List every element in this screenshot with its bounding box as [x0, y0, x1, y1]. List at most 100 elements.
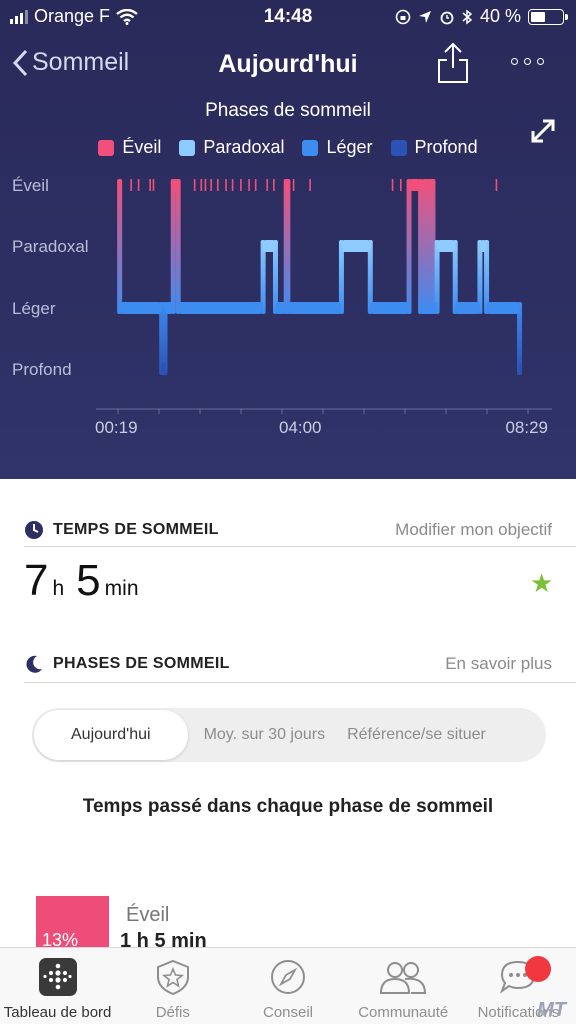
stage-segment-Léger [420, 302, 425, 314]
sleep-time-header: TEMPS DE SOMMEIL Modifier mon objectif [24, 520, 552, 540]
awake-tick [391, 179, 394, 191]
sleep-chart-header: Orange F 14:48 40 % Sommeil Aujourd'hui … [0, 0, 576, 479]
sleep-stage-chart[interactable]: Éveil Paradoxal Léger Profond 00:19 04:00 08:2… [0, 165, 576, 445]
sleep-minutes: 5 [76, 556, 101, 605]
stage-segment-Léger [287, 302, 342, 314]
stage-transition [285, 179, 291, 314]
phase-label: Éveil [126, 904, 170, 926]
awake-tick [216, 179, 219, 191]
bluetooth-icon [462, 9, 473, 24]
awake-tick [137, 179, 140, 191]
more-options-button[interactable] [511, 58, 544, 65]
tab-bar: Tableau de bord Défis Conseil Communauté… [0, 947, 576, 1024]
awake-tick [248, 179, 250, 191]
awake-tick [292, 179, 295, 191]
x-tick-label: 00:19 [95, 418, 138, 437]
tab-benchmark[interactable]: Référence/se situer [347, 726, 486, 744]
awake-tick [495, 179, 498, 191]
tab-dashboard[interactable]: Tableau de bord [0, 948, 115, 1024]
sleep-hours-unit: h [52, 577, 65, 600]
awake-tick [130, 179, 132, 191]
tab-label: Défis [155, 1004, 190, 1021]
stage-segment-Léger [432, 302, 438, 314]
awake-tick [204, 179, 207, 191]
clock-icon [25, 521, 43, 539]
location-icon [418, 10, 431, 23]
phase-period-selector: Aujourd'hui Moy. sur 30 jours Référence/… [32, 708, 546, 762]
awake-tick [200, 179, 203, 191]
chart-legend: Éveil Paradoxal Léger Profond [0, 137, 576, 158]
alarm-icon [440, 11, 454, 24]
awake-tick [254, 179, 257, 191]
section-divider [24, 546, 576, 547]
awake-tick [231, 179, 234, 191]
chart-title: Phases de sommeil [205, 100, 371, 121]
stage-label: Éveil [12, 176, 49, 195]
stage-segment-Léger [164, 302, 174, 314]
sleep-phases-heading: PHASES DE SOMMEIL [53, 655, 230, 672]
awake-tick [149, 179, 151, 191]
stage-segment-Profond [519, 363, 523, 375]
stage-segment-Paradoxal [479, 240, 487, 252]
legend-item-paradoxal: Paradoxal [179, 137, 284, 158]
tab-community[interactable]: Communauté [346, 948, 461, 1024]
x-tick-label: 04:00 [279, 418, 322, 437]
dashboard-icon [38, 958, 77, 996]
awake-tick [225, 179, 227, 191]
tab-label: Conseil [262, 1004, 314, 1021]
sleep-phases-header: PHASES DE SOMMEIL En savoir plus [24, 654, 552, 674]
tab-today[interactable]: Aujourd'hui [34, 710, 188, 760]
section-divider [24, 682, 576, 683]
legend-item-eveil: Éveil [98, 137, 161, 158]
stage-transition [175, 179, 181, 314]
compass-icon [271, 960, 305, 994]
awake-tick [309, 179, 311, 191]
stage-segment-Éveil [424, 179, 428, 191]
x-tick-label: 08:29 [505, 418, 548, 437]
awake-tick [273, 179, 275, 191]
tab-30-day-average[interactable]: Moy. sur 30 jours [204, 726, 326, 744]
legend-swatch-leger [302, 139, 319, 156]
sleep-minutes-unit: min [104, 577, 139, 600]
battery-percent: 40 % [479, 6, 521, 26]
stage-transition [117, 179, 123, 314]
status-bar: Orange F 14:48 40 % [0, 0, 576, 34]
stage-segment-Éveil [173, 179, 179, 191]
stage-segment-Paradoxal [341, 240, 371, 252]
phase-time-subtitle: Temps passé dans chaque phase de sommeil [82, 796, 494, 817]
sleep-hours: 7 [24, 556, 49, 605]
legend-swatch-paradoxal [179, 139, 196, 156]
edit-goal-link[interactable]: Modifier mon objectif [395, 520, 552, 540]
share-icon[interactable] [436, 40, 470, 86]
stage-segment-Profond [161, 363, 165, 375]
stage-transition [406, 179, 412, 314]
awake-tick [240, 179, 242, 191]
community-icon [380, 962, 427, 994]
stage-segment-Paradoxal [437, 240, 456, 252]
stage-segment-Léger [455, 302, 480, 314]
learn-more-link[interactable]: En savoir plus [445, 654, 552, 674]
stage-segment-Léger [119, 302, 162, 314]
stage-label: Léger [12, 299, 56, 318]
rotation-lock-icon [395, 9, 411, 24]
legend-item-profond: Profond [390, 137, 478, 158]
watermark-logo: MT [537, 999, 566, 1021]
page-title: Aujourd'hui [218, 50, 358, 78]
stage-segment-Léger [486, 302, 520, 314]
awake-tick [266, 179, 269, 191]
legend-label-paradoxal: Paradoxal [203, 137, 285, 157]
legend-label-leger: Léger [326, 137, 373, 157]
sleep-time-heading: TEMPS DE SOMMEIL [53, 521, 219, 538]
stage-segment-Éveil [430, 179, 433, 191]
tab-label: Tableau de bord [3, 1004, 112, 1021]
navigation-bar: Sommeil Aujourd'hui [0, 40, 576, 90]
total-sleep-value: 7 h 5 min [24, 556, 151, 606]
tab-guidance[interactable]: Conseil [230, 948, 345, 1024]
goal-star-icon: ★ [530, 568, 554, 598]
legend-swatch-profond [390, 139, 407, 156]
stage-segment-Léger [178, 302, 264, 314]
tab-challenges[interactable]: Défis [115, 948, 230, 1024]
awake-tick [193, 179, 196, 191]
battery-icon [528, 8, 568, 25]
notification-badge [524, 956, 551, 982]
